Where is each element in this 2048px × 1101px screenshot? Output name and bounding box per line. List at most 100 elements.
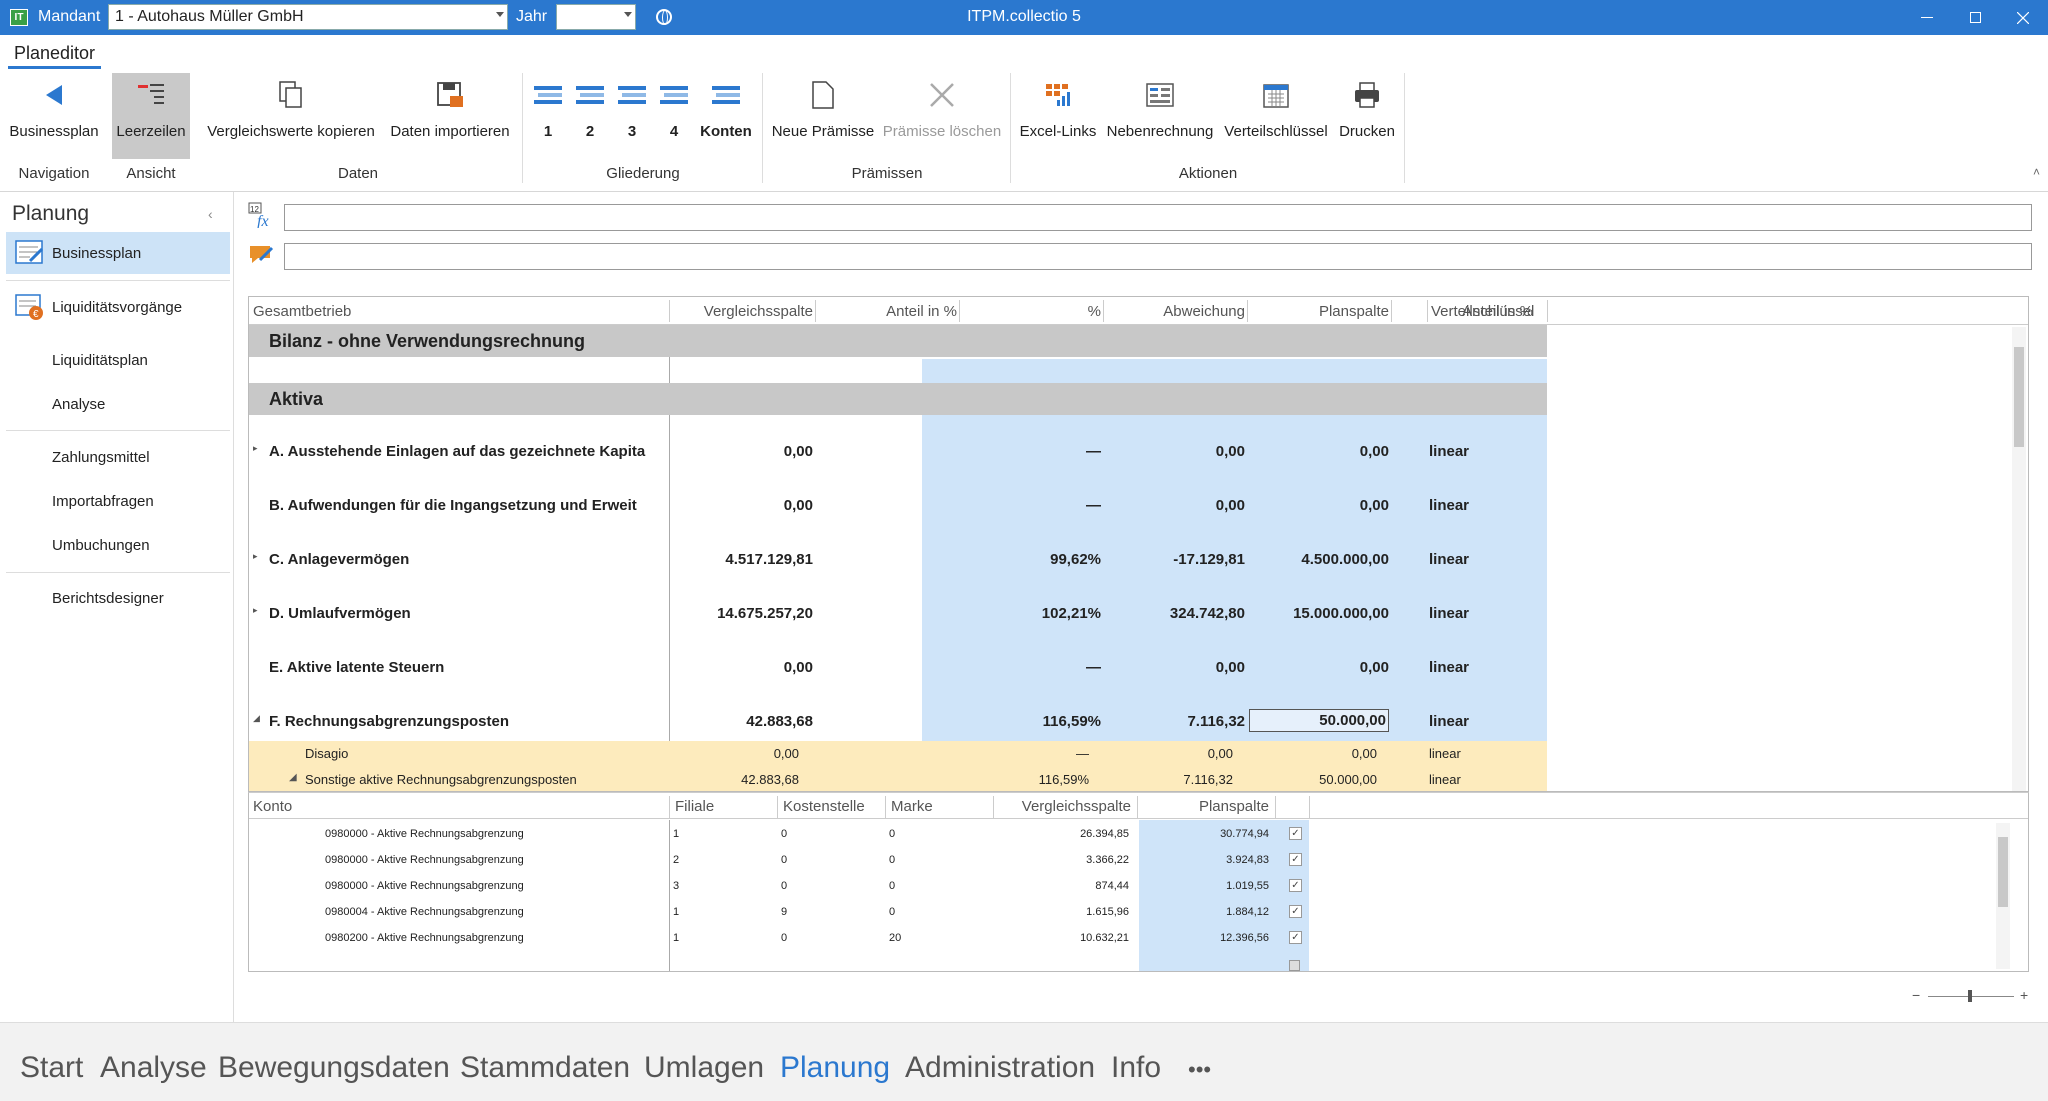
- excel-links-button[interactable]: Excel-Links: [1016, 73, 1100, 159]
- praemisse-loeschen-button[interactable]: Prämisse löschen: [880, 73, 1004, 159]
- table-row[interactable]: ▸ C. Anlagevermögen 4.517.129,81 99,62% -17.…: [249, 545, 1547, 575]
- plan-cell[interactable]: 30.774,94: [1139, 828, 1269, 840]
- section-row-bilanz[interactable]: Bilanz - ohne Verwendungsrechnung: [249, 325, 1547, 357]
- col-planspalte-sub[interactable]: Planspalte: [1139, 798, 1269, 815]
- more-icon[interactable]: •••: [1188, 1057, 1211, 1083]
- nav-analyse[interactable]: Analyse: [100, 1051, 207, 1085]
- table-row[interactable]: ◢ F. Rechnungsabgrenzungsposten 42.883,68 1…: [249, 707, 1547, 737]
- zoom-slider[interactable]: − +: [1912, 987, 2032, 1007]
- zoom-thumb[interactable]: [1968, 990, 1972, 1002]
- table-row[interactable]: ▸ A. Ausstehende Einlagen auf das gezeich…: [249, 437, 1547, 467]
- expand-triangle-icon[interactable]: ▸: [253, 551, 258, 562]
- businessplan-button[interactable]: Businessplan: [6, 73, 102, 159]
- row-checkbox[interactable]: ✓: [1289, 827, 1302, 840]
- table-row[interactable]: E. Aktive latente Steuern 0,00—0,00 0,00 li…: [249, 653, 1547, 683]
- sidebar-item-liquiditaetsplan[interactable]: Liquiditätsplan: [52, 352, 148, 369]
- row-checkbox[interactable]: ✓: [1289, 931, 1302, 944]
- plan-cell[interactable]: 1.019,55: [1139, 880, 1269, 892]
- col-vergleichsspalte[interactable]: Vergleichsspalte: [673, 303, 813, 320]
- close-button[interactable]: [2000, 0, 2046, 35]
- nav-info[interactable]: Info: [1111, 1051, 1161, 1085]
- plan-cell[interactable]: 12.396,56: [1139, 932, 1269, 944]
- nav-umlagen[interactable]: Umlagen: [644, 1051, 764, 1085]
- nav-bewegungsdaten[interactable]: Bewegungsdaten: [218, 1051, 450, 1085]
- sidebar-item-berichtsdesigner[interactable]: Berichtsdesigner: [52, 590, 164, 607]
- leerzeilen-button[interactable]: Leerzeilen: [112, 73, 190, 159]
- col-konto[interactable]: Konto: [253, 798, 292, 815]
- expand-triangle-icon[interactable]: ▸: [253, 605, 258, 616]
- col-prozent[interactable]: %: [961, 303, 1101, 320]
- list-item[interactable]: 0980004 - Aktive Rechnungsabgrenzung 1 9 0 1…: [249, 899, 2009, 925]
- section-row-aktiva[interactable]: Aktiva: [249, 383, 1547, 415]
- sidebar-item-zahlungsmittel[interactable]: Zahlungsmittel: [52, 449, 150, 466]
- zoom-out-icon[interactable]: −: [1912, 987, 1920, 1003]
- col-marke[interactable]: Marke: [891, 798, 933, 815]
- col-anteil[interactable]: Anteil in %: [817, 303, 957, 320]
- col-filiale[interactable]: Filiale: [675, 798, 714, 815]
- row-checkbox[interactable]: ✓: [1289, 853, 1302, 866]
- row-checkbox[interactable]: ✓: [1289, 905, 1302, 918]
- verteilschluessel-button[interactable]: Verteilschlüssel: [1220, 73, 1332, 159]
- nebenrechnung-button[interactable]: Nebenrechnung: [1102, 73, 1218, 159]
- row-planspalte[interactable]: 0,00: [1249, 659, 1389, 676]
- neue-praemisse-button[interactable]: Neue Prämisse: [770, 73, 876, 159]
- grid-scrollbar[interactable]: [2012, 327, 2026, 791]
- nav-start[interactable]: Start: [20, 1051, 83, 1085]
- sidebar-item-umbuchungen[interactable]: Umbuchungen: [52, 537, 150, 554]
- col-verteilschluessel[interactable]: Verteilschlüssel: [1431, 303, 1534, 320]
- sidebar-item-liquiditaetsvorgaenge[interactable]: € Liquiditätsvorgänge: [6, 286, 230, 328]
- subgrid-scrollbar[interactable]: [1996, 823, 2010, 969]
- row-planspalte[interactable]: 4.500.000,00: [1249, 551, 1389, 568]
- drucken-button[interactable]: Drucken: [1334, 73, 1400, 159]
- vergleichswerte-kopieren-button[interactable]: Vergleichswerte kopieren: [200, 73, 382, 159]
- jahr-select[interactable]: [556, 4, 636, 30]
- nav-stammdaten[interactable]: Stammdaten: [460, 1051, 630, 1085]
- col-abweichung[interactable]: Abweichung: [1105, 303, 1245, 320]
- row-planspalte[interactable]: 0,00: [1249, 443, 1389, 460]
- table-row-disagio[interactable]: Disagio 0,00 — 0,00 0,00 linear: [249, 741, 1547, 767]
- gliederung-1-button[interactable]: 1: [530, 73, 566, 159]
- globe-icon[interactable]: [656, 9, 672, 25]
- konten-button[interactable]: Konten: [696, 73, 756, 159]
- note-input[interactable]: [284, 243, 2032, 270]
- row-planspalte[interactable]: 0,00: [1249, 497, 1389, 514]
- minimize-button[interactable]: [1904, 0, 1950, 35]
- sidebar-item-importabfragen[interactable]: Importabfragen: [52, 493, 154, 510]
- list-item[interactable]: 0980200 - Aktive Rechnungsabgrenzung 1 0 20…: [249, 925, 2009, 951]
- tab-planeditor[interactable]: Planeditor: [8, 43, 102, 69]
- row-checkbox[interactable]: ✓: [1289, 879, 1302, 892]
- list-item[interactable]: 0980000 - Aktive Rechnungsabgrenzung 2 0 0 3…: [249, 847, 2009, 873]
- gliederung-3-button[interactable]: 3: [614, 73, 650, 159]
- collapse-triangle-icon[interactable]: ◢: [289, 772, 297, 783]
- collapse-ribbon-icon[interactable]: ˄: [2033, 165, 2040, 179]
- col-vergleichsspalte-sub[interactable]: Vergleichsspalte: [1001, 798, 1131, 815]
- col-planspalte[interactable]: Planspalte: [1249, 303, 1389, 320]
- formula-input[interactable]: [284, 204, 2032, 231]
- list-item[interactable]: 0980000 - Aktive Rechnungsabgrenzung 3 0 0 8…: [249, 873, 2009, 899]
- daten-importieren-button[interactable]: Daten importieren: [384, 73, 516, 159]
- sidebar-item-analyse[interactable]: Analyse: [52, 396, 105, 413]
- collapse-sidebar-icon[interactable]: ‹: [208, 206, 213, 222]
- table-row[interactable]: B. Aufwendungen für die Ingangsetzung un…: [249, 491, 1547, 521]
- col-kostenstelle[interactable]: Kostenstelle: [783, 798, 865, 815]
- row-planspalte[interactable]: 50.000,00: [1249, 709, 1389, 732]
- nav-planung[interactable]: Planung: [780, 1051, 890, 1085]
- gliederung-4-button[interactable]: 4: [656, 73, 692, 159]
- expand-triangle-icon[interactable]: ▸: [253, 443, 258, 454]
- plan-cell[interactable]: 1.884,12: [1139, 906, 1269, 918]
- table-row-sonstige[interactable]: ◢ Sonstige aktive Rechnungsabgrenzungspo…: [249, 767, 1547, 791]
- collapse-triangle-icon[interactable]: ◢: [253, 713, 260, 724]
- maximize-button[interactable]: [1952, 0, 1998, 35]
- col-gesamtbetrieb[interactable]: Gesamtbetrieb: [253, 303, 351, 320]
- list-item[interactable]: 0980000 - Aktive Rechnungsabgrenzung 1 0 0 2…: [249, 821, 2009, 847]
- nav-administration[interactable]: Administration: [905, 1051, 1095, 1085]
- table-row[interactable]: ▸ D. Umlaufvermögen 14.675.257,20 102,21% 32…: [249, 599, 1547, 629]
- section-title: Bilanz - ohne Verwendungsrechnung: [269, 331, 586, 351]
- gliederung-2-button[interactable]: 2: [572, 73, 608, 159]
- zoom-in-icon[interactable]: +: [2020, 987, 2028, 1003]
- plan-cell[interactable]: 3.924,83: [1139, 854, 1269, 866]
- row-planspalte[interactable]: 15.000.000,00: [1249, 605, 1389, 622]
- mandant-select[interactable]: 1 - Autohaus Müller GmbH: [108, 4, 508, 30]
- sidebar-item-businessplan[interactable]: Businessplan: [6, 232, 230, 274]
- add-row-icon[interactable]: [1289, 960, 1300, 971]
